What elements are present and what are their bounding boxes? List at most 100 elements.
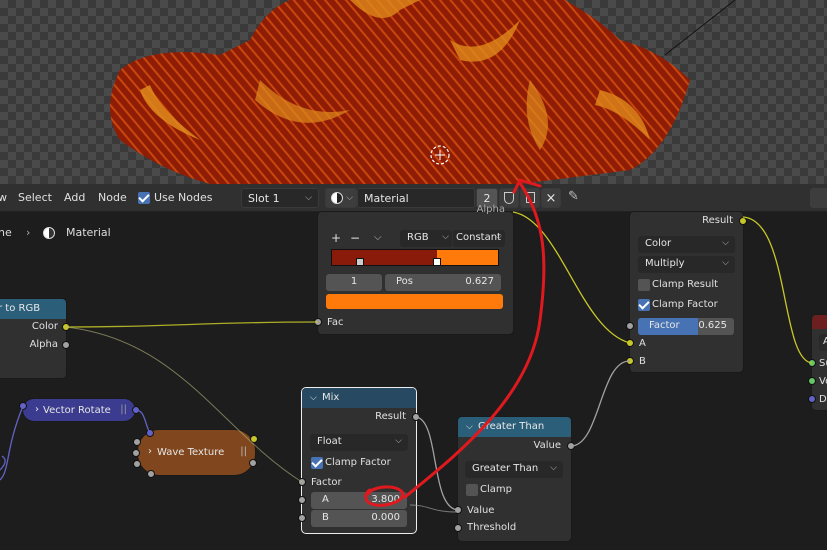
active-color-stop-handle[interactable] (433, 258, 441, 266)
a-input-socket[interactable] (626, 339, 634, 347)
mix-color-node[interactable]: Result Color ⌵ Multiply ⌵ Clamp Result C… (626, 212, 747, 372)
use-nodes-label: Use Nodes (154, 191, 213, 204)
factor-input-socket[interactable] (298, 478, 306, 486)
clamp-factor-checkbox[interactable] (638, 299, 650, 311)
target-dropdown[interactable]: A (819, 334, 827, 351)
mix-float-node[interactable]: ⌵ Mix Result Float ⌵ Clamp Factor Factor… (298, 388, 420, 533)
scale-input-socket[interactable] (133, 438, 141, 446)
color-stop-handle[interactable] (356, 258, 364, 266)
interpolation-dropdown[interactable]: Constant ⌵ (453, 230, 505, 247)
clamp-result-checkbox[interactable] (638, 279, 650, 291)
result-output-socket[interactable] (739, 217, 747, 225)
slot-dropdown[interactable]: Slot 1 ⌵ (241, 188, 319, 208)
chevron-down-icon: ⌵ (722, 258, 729, 268)
b-input-socket[interactable] (298, 514, 306, 522)
pin-icon[interactable]: ✎ (568, 189, 579, 204)
clamp-result-label: Clamp Result (652, 279, 719, 290)
material-browse-button[interactable]: ⌵ (325, 188, 357, 208)
menu-select[interactable]: Select (18, 191, 52, 204)
chevron-down-icon: ⌵ (466, 422, 473, 432)
displacement-label: Di (819, 394, 827, 405)
greater-than-title: Greater Than (478, 421, 545, 432)
vector-input-socket[interactable] (146, 429, 154, 437)
operation-dropdown[interactable]: Greater Than ⌵ (465, 461, 563, 478)
menu-view[interactable]: w (0, 191, 7, 204)
alpha-output-socket[interactable] (62, 341, 70, 349)
color-output-socket[interactable] (62, 323, 70, 331)
result-output-label: Result (375, 411, 406, 422)
fac-input-socket[interactable] (314, 318, 322, 326)
sidebar-toggle-button[interactable] (810, 188, 827, 208)
color-ramp-bar[interactable] (331, 249, 499, 266)
separate-color-header: r to RGB (0, 299, 66, 319)
value-input-label: Value (467, 505, 495, 516)
greater-than-header: ⌵ Greater Than (458, 417, 571, 437)
color-output-socket[interactable] (250, 435, 258, 443)
result-output-socket[interactable] (412, 413, 420, 421)
remove-stop-button[interactable]: − (350, 231, 360, 245)
value-output-socket[interactable] (567, 442, 575, 450)
factor-slider[interactable]: Factor 0.625 (638, 318, 734, 335)
use-nodes-checkbox[interactable] (138, 192, 150, 204)
factor-input-socket[interactable] (626, 322, 634, 330)
vector-rotate-node[interactable]: › Vector Rotate || (22, 398, 136, 422)
b-input-value: 0.000 (371, 512, 400, 523)
b-input-field[interactable]: B 0.000 (311, 510, 407, 527)
data-type-dropdown[interactable]: Float ⌵ (310, 434, 408, 451)
data-type-dropdown[interactable]: Color ⌵ (638, 236, 735, 253)
material-name-field[interactable]: Material (357, 188, 475, 208)
greater-than-node[interactable]: ⌵ Greater Than Value Greater Than ⌵ Clam… (454, 417, 575, 541)
vector-rotate-title: Vector Rotate (43, 405, 111, 416)
material-output-header (812, 315, 827, 329)
stop-index-field[interactable]: 1 (326, 274, 382, 291)
roughness-input-socket[interactable] (147, 470, 155, 478)
vector-input-socket[interactable] (19, 402, 27, 410)
mix-float-title: Mix (322, 392, 340, 403)
chevron-down-icon: ⌵ (395, 436, 402, 446)
color-mode-dropdown[interactable]: RGB ⌵ (400, 230, 452, 247)
target-value: A (823, 336, 827, 347)
b-input-socket[interactable] (626, 357, 634, 365)
separate-color-node[interactable]: r to RGB Color Alpha (0, 299, 70, 378)
alpha-output-label: Alpha (476, 204, 505, 215)
a-input-label: A (639, 338, 646, 349)
detail-input-socket[interactable] (133, 460, 141, 468)
volume-input-socket[interactable] (808, 377, 816, 385)
fac-output-socket[interactable] (249, 459, 257, 467)
duplicate-material-button[interactable] (520, 188, 540, 208)
surface-input-socket[interactable] (808, 359, 816, 367)
menu-node[interactable]: Node (98, 191, 127, 204)
separate-color-title: r to RGB (0, 303, 41, 314)
clamp-factor-checkbox[interactable] (311, 457, 323, 469)
material-output-node[interactable]: A Su Vo Di (808, 315, 827, 410)
link-colorramp-to-a (512, 211, 631, 344)
unlink-material-button[interactable]: × (541, 188, 561, 208)
menu-add[interactable]: Add (64, 191, 85, 204)
3d-viewport[interactable] (0, 0, 827, 184)
stop-color-swatch[interactable] (326, 294, 503, 309)
add-stop-button[interactable]: + (331, 231, 341, 245)
a-input-field[interactable]: A 3.800 (311, 492, 407, 509)
breadcrumb-material: Material (66, 226, 111, 239)
stop-index-value: 1 (350, 276, 358, 287)
slot-value: Slot 1 (248, 192, 280, 205)
vector-output-socket[interactable] (132, 406, 140, 414)
chevron-down-icon: ⌵ (550, 463, 557, 473)
clamp-checkbox[interactable] (466, 484, 478, 496)
wave-texture-title: Wave Texture (157, 447, 225, 458)
colorramp-node[interactable]: Alpha + − ⌵ RGB ⌵ Constant ⌵ 1 Pos 0.627… (314, 204, 513, 334)
chevron-down-icon[interactable]: ⌵ (374, 232, 382, 243)
position-field[interactable]: Pos 0.627 (385, 274, 501, 291)
displacement-input-socket[interactable] (808, 395, 816, 403)
blend-mode-dropdown[interactable]: Multiply ⌵ (638, 256, 735, 273)
threshold-input-socket[interactable] (454, 524, 462, 532)
wave-texture-node[interactable]: › Wave Texture || (137, 429, 256, 476)
distortion-input-socket[interactable] (132, 449, 140, 457)
value-input-socket[interactable] (454, 506, 462, 514)
drag-handle-icon[interactable]: || (120, 404, 127, 415)
result-output-label: Result (702, 215, 733, 226)
chevron-down-icon: ⌵ (305, 193, 312, 203)
drag-handle-icon[interactable]: || (240, 446, 247, 457)
a-input-socket[interactable] (298, 496, 306, 504)
close-icon: × (545, 191, 557, 206)
